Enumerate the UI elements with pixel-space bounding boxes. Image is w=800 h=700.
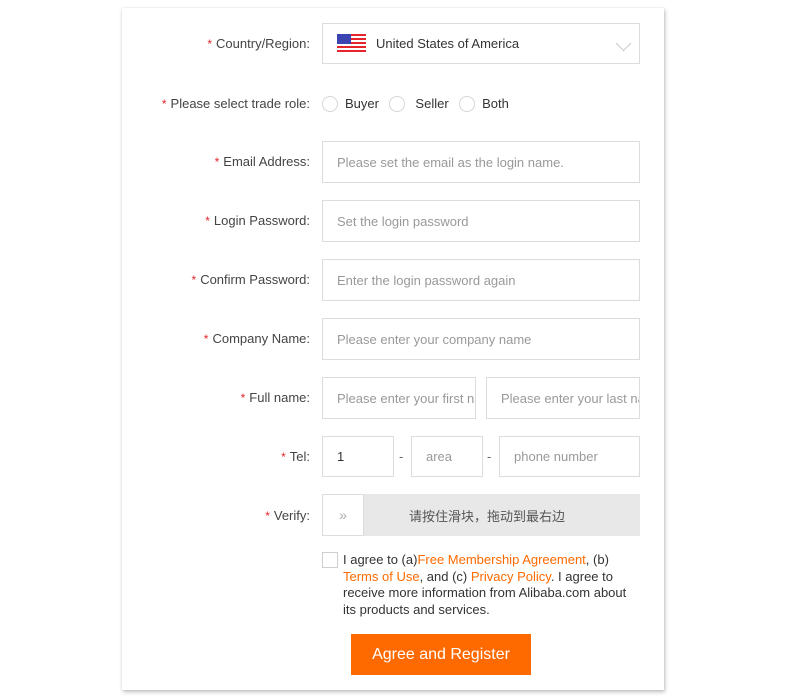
slider-handle[interactable]: »	[322, 494, 364, 536]
phone-number-input[interactable]: phone number	[499, 436, 640, 477]
radio-circle[interactable]	[322, 95, 338, 112]
tel-label: * Tel:	[281, 449, 310, 464]
email-label: * Email Address:	[214, 154, 310, 169]
double-chevron-right-icon: »	[339, 507, 347, 523]
membership-agreement-link[interactable]: Free Membership Agreement	[417, 552, 585, 567]
country-value: United States of America	[376, 36, 520, 51]
radio-circle[interactable]	[459, 95, 476, 112]
full-name-label: * Full name:	[240, 390, 310, 405]
password-input[interactable]: Set the login password	[322, 200, 640, 242]
area-code-input[interactable]: area	[411, 436, 483, 477]
registration-card: * Country/Region: United States of Americ…	[122, 8, 664, 690]
verify-label: * Verify:	[265, 508, 310, 523]
agree-register-button[interactable]: Agree and Register	[351, 634, 531, 675]
tel-separator: -	[399, 449, 404, 464]
confirm-password-input[interactable]: Enter the login password again	[322, 259, 640, 301]
verify-slider-track[interactable]: » 请按住滑块，拖动到最右边	[322, 494, 640, 536]
radio-seller[interactable]: Seller	[389, 95, 454, 112]
confirm-password-label: * Confirm Password:	[191, 272, 310, 287]
company-input[interactable]: Please enter your company name	[322, 318, 640, 360]
agreement-checkbox[interactable]	[322, 552, 338, 568]
agreement-text: I agree to (a)Free Membership Agreement,…	[343, 552, 627, 617]
radio-buyer[interactable]: Buyer	[322, 95, 385, 112]
tel-separator: -	[487, 449, 492, 464]
password-label: * Login Password:	[205, 213, 310, 228]
trade-role-label: * Please select trade role:	[161, 96, 310, 111]
radio-both[interactable]: Both	[459, 95, 515, 112]
chevron-down-icon	[615, 35, 632, 52]
required-mark: *	[207, 37, 213, 51]
country-label: * Country/Region:	[207, 36, 310, 51]
first-name-input[interactable]: Please enter your first name	[322, 377, 476, 419]
us-flag-icon	[337, 34, 366, 53]
terms-of-use-link[interactable]: Terms of Use	[343, 569, 420, 584]
country-select[interactable]: United States of America	[322, 23, 640, 64]
company-label: * Company Name:	[203, 331, 310, 346]
slider-instruction: 请按住滑块，拖动到最右边	[408, 508, 565, 524]
country-code-input[interactable]: 1	[322, 436, 394, 477]
privacy-policy-link[interactable]: Privacy Policy	[471, 569, 551, 584]
email-input[interactable]: Please set the email as the login name.	[322, 141, 640, 183]
radio-circle[interactable]	[389, 95, 406, 112]
last-name-input[interactable]: Please enter your last name	[486, 377, 640, 419]
trade-role-group: Buyer Seller Both	[322, 95, 515, 113]
